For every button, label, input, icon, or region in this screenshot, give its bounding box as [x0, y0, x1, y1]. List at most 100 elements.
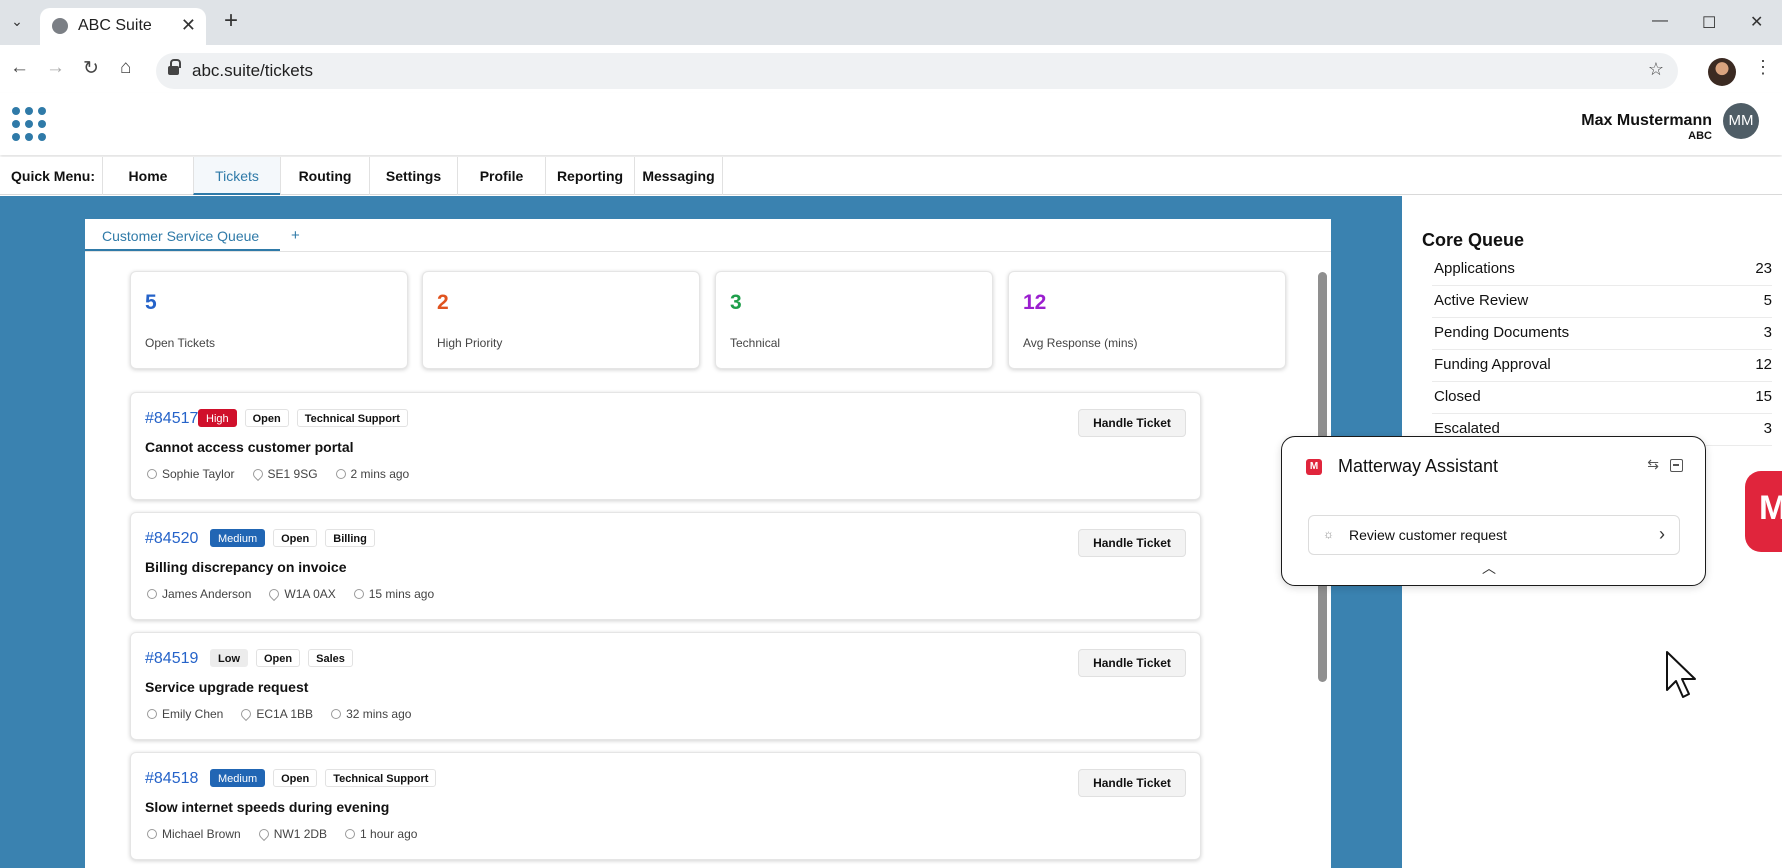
browser-toolbar: ← → ↻ ⌂ abc.suite/tickets ☆ ⋮ [0, 45, 1782, 93]
user-organization: ABC [1688, 130, 1712, 142]
minimize-icon[interactable] [1670, 459, 1683, 472]
category-badge: Billing [325, 529, 375, 547]
tab-divider [85, 251, 1331, 252]
bookmark-star-icon[interactable]: ☆ [1648, 59, 1664, 80]
swap-icon[interactable]: ⇆ [1647, 456, 1659, 473]
tab-search-chevron-icon[interactable]: ⌄ [6, 10, 28, 32]
chevron-up-icon[interactable]: ︿ [1482, 558, 1496, 578]
core-queue-row-applications[interactable]: Applications 23 [1432, 254, 1772, 286]
stat-value: 12 [1023, 291, 1047, 314]
core-queue-row-funding-approval[interactable]: Funding Approval 12 [1432, 350, 1772, 382]
browser-menu-icon[interactable]: ⋮ [1754, 57, 1772, 78]
ticket-time: 32 mins ago [346, 707, 412, 721]
browser-tab-strip: ⌄ ABC Suite ✕ + — ☐ ✕ [0, 0, 1782, 45]
maximize-window-icon[interactable]: ☐ [1702, 13, 1716, 33]
clock-icon [353, 589, 364, 599]
stat-value: 5 [145, 291, 157, 314]
forward-arrow-icon[interactable]: → [46, 57, 65, 79]
stat-card-avg-response: 12 Avg Response (mins) [1008, 271, 1286, 369]
tab-customer-service-queue[interactable]: Customer Service Queue [85, 219, 280, 251]
browser-tab[interactable]: ABC Suite ✕ [40, 8, 206, 45]
stat-card-high-priority: 2 High Priority [422, 271, 700, 369]
assistant-title: Matterway Assistant [1338, 456, 1499, 476]
location-pin-icon [267, 586, 282, 602]
ticket-badges: Medium Open Technical Support [210, 769, 437, 787]
new-tab-button[interactable]: + [224, 9, 238, 33]
reload-icon[interactable]: ↻ [83, 57, 99, 80]
loading-spinner-icon: ☼ [1323, 527, 1334, 541]
queue-count: 3 [1763, 324, 1772, 341]
lock-icon [168, 59, 181, 76]
quick-menu-messaging[interactable]: Messaging [634, 157, 723, 195]
status-badge: Open [244, 409, 289, 427]
core-queue-row-pending-documents[interactable]: Pending Documents 3 [1432, 318, 1772, 350]
status-badge: Open [273, 529, 318, 547]
handle-ticket-button[interactable]: Handle Ticket [1078, 769, 1186, 797]
matterway-assistant-popup: M Matterway Assistant ⇆ ☼ Review custome… [1281, 436, 1706, 586]
matterway-launcher-icon[interactable]: M [1745, 471, 1782, 552]
category-badge: Sales [308, 649, 353, 667]
ticket-card[interactable]: #84518 Medium Open Technical Support Slo… [130, 752, 1201, 860]
location-pin-icon [239, 706, 254, 722]
user-name: Max Mustermann [1581, 112, 1712, 129]
ticket-customer: Sophie Taylor [162, 467, 235, 481]
handle-ticket-button[interactable]: Handle Ticket [1078, 649, 1186, 677]
priority-badge: Medium [210, 769, 266, 787]
ticket-id[interactable]: #84520 [145, 530, 198, 548]
ticket-customer: Emily Chen [162, 707, 224, 721]
home-icon[interactable]: ⌂ [120, 57, 131, 79]
priority-badge: Low [210, 649, 248, 667]
quick-menu-profile[interactable]: Profile [457, 157, 545, 195]
ticket-id[interactable]: #84517 [145, 410, 198, 428]
ticket-time: 1 hour ago [360, 827, 418, 841]
address-bar[interactable]: abc.suite/tickets ☆ [156, 53, 1678, 89]
assistant-task-item[interactable]: ☼ Review customer request › [1308, 515, 1680, 555]
ticket-meta: Emily Chen EC1A 1BB 32 mins ago [147, 706, 412, 722]
core-queue-title: Core Queue [1422, 230, 1525, 250]
assistant-task-label: Review customer request [1349, 527, 1507, 543]
ticket-badges: Low Open Sales [210, 649, 353, 667]
quick-menu-home[interactable]: Home [102, 157, 193, 195]
handle-ticket-button[interactable]: Handle Ticket [1078, 409, 1186, 437]
app-header: Max Mustermann ABC MM [0, 93, 1782, 155]
ticket-id[interactable]: #84518 [145, 770, 198, 788]
ticket-postcode: EC1A 1BB [256, 707, 314, 721]
queue-panel: Customer Service Queue + 5 Open Tickets … [85, 219, 1331, 868]
url-text[interactable]: abc.suite/tickets [192, 61, 313, 81]
add-tab-button[interactable]: + [291, 227, 300, 244]
ticket-card[interactable]: #84517 High Open Technical Support Canno… [130, 392, 1201, 500]
user-avatar[interactable]: MM [1723, 103, 1759, 139]
close-tab-icon[interactable]: ✕ [181, 15, 196, 36]
queue-name: Closed [1434, 388, 1481, 405]
category-badge: Technical Support [325, 769, 437, 787]
core-queue-row-active-review[interactable]: Active Review 5 [1432, 286, 1772, 318]
stat-label: Open Tickets [145, 336, 216, 350]
quick-menu-reporting[interactable]: Reporting [545, 157, 634, 195]
quick-menu-settings[interactable]: Settings [369, 157, 457, 195]
status-badge: Open [256, 649, 301, 667]
back-arrow-icon[interactable]: ← [10, 57, 29, 79]
ticket-customer: Michael Brown [162, 827, 241, 841]
priority-badge: High [198, 409, 237, 427]
queue-count: 23 [1755, 260, 1772, 277]
ticket-time: 2 mins ago [350, 467, 410, 481]
priority-badge: Medium [210, 529, 266, 547]
queue-count: 3 [1763, 420, 1772, 437]
person-icon [147, 709, 157, 719]
app-launcher-grid-icon[interactable] [12, 107, 46, 141]
quick-menu-routing[interactable]: Routing [280, 157, 369, 195]
close-window-icon[interactable]: ✕ [1750, 12, 1763, 32]
stat-value: 3 [730, 291, 742, 314]
ticket-postcode: NW1 2DB [273, 827, 328, 841]
handle-ticket-button[interactable]: Handle Ticket [1078, 529, 1186, 557]
quick-menu-tickets[interactable]: Tickets [193, 157, 280, 195]
ticket-id[interactable]: #84519 [145, 650, 198, 668]
minimize-window-icon[interactable]: — [1652, 12, 1668, 30]
stat-label: Avg Response (mins) [1023, 336, 1138, 350]
ticket-card[interactable]: #84520 Medium Open Billing Billing discr… [130, 512, 1201, 620]
browser-profile-avatar[interactable] [1708, 58, 1736, 86]
queue-name: Applications [1434, 260, 1515, 277]
globe-icon [52, 18, 68, 34]
core-queue-row-closed[interactable]: Closed 15 [1432, 382, 1772, 414]
ticket-card[interactable]: #84519 Low Open Sales Service upgrade re… [130, 632, 1201, 740]
